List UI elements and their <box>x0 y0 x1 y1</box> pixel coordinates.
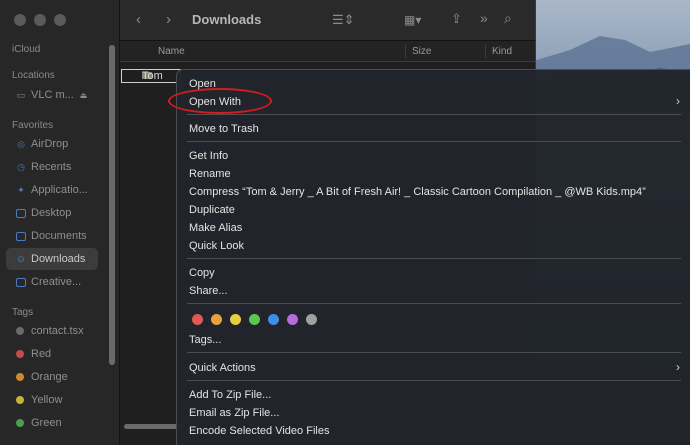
menu-item-get-info[interactable]: Get Info <box>189 148 228 164</box>
applications-icon: ✦ <box>17 184 25 195</box>
tag-color-gray[interactable] <box>306 314 317 325</box>
sidebar-tag-contact[interactable]: contact.tsx <box>6 320 98 342</box>
tag-color-red[interactable] <box>192 314 203 325</box>
file-row-selected[interactable]: Tom <box>121 69 181 83</box>
sidebar-section-icloud: iCloud <box>12 44 41 55</box>
menu-item-email-zip[interactable]: Email as Zip File... <box>189 405 279 421</box>
sidebar-tag-red[interactable]: Red <box>6 343 98 365</box>
sidebar-tag-orange[interactable]: Orange <box>6 366 98 388</box>
menu-separator <box>187 303 681 304</box>
close-window-button[interactable] <box>14 14 26 26</box>
tag-color-row <box>192 314 317 325</box>
menu-separator <box>187 258 681 259</box>
menu-separator <box>187 380 681 381</box>
menu-item-move-to-trash[interactable]: Move to Trash <box>189 121 259 137</box>
sidebar-item-label: Yellow <box>31 394 63 406</box>
airdrop-icon: ◎ <box>17 138 25 149</box>
sidebar-tag-yellow[interactable]: Yellow <box>6 389 98 411</box>
menu-separator <box>187 141 681 142</box>
menu-item-copy[interactable]: Copy <box>189 265 215 281</box>
sidebar-section-favorites: Favorites <box>12 120 54 131</box>
column-size[interactable]: Size <box>412 46 431 57</box>
sidebar-item-applications[interactable]: ✦ Applicatio... <box>6 179 98 201</box>
sidebar-item-airdrop[interactable]: ◎ AirDrop <box>6 133 98 155</box>
more-chevrons-icon[interactable]: » <box>480 10 488 26</box>
tag-color-blue[interactable] <box>268 314 279 325</box>
sidebar-item-desktop[interactable]: Desktop <box>6 202 98 224</box>
sidebar-item-label: Orange <box>31 371 68 383</box>
clock-icon: ◷ <box>17 161 25 172</box>
document-icon <box>16 231 26 241</box>
menu-separator <box>187 114 681 115</box>
sidebar-item-recents[interactable]: ◷ Recents <box>6 156 98 178</box>
tag-dot-icon <box>16 396 24 404</box>
menu-item-share[interactable]: Share... <box>189 283 228 299</box>
sidebar-item-creative[interactable]: Creative... <box>6 271 98 293</box>
share-icon[interactable]: ⇪ <box>451 11 462 27</box>
file-name: Tom <box>142 70 163 82</box>
column-header: Name Size Kind <box>120 41 535 62</box>
tag-dot-icon <box>16 350 24 358</box>
sidebar-item-label: Applicatio... <box>31 184 88 196</box>
menu-item-duplicate[interactable]: Duplicate <box>189 202 235 218</box>
grid-group-icon[interactable]: ▦▾ <box>404 13 421 27</box>
menu-item-quick-look[interactable]: Quick Look <box>189 238 244 254</box>
context-menu: Open Open With › Move to Trash Get Info … <box>176 69 690 445</box>
sidebar-section-locations: Locations <box>12 70 55 81</box>
submenu-chevron-icon: › <box>676 94 680 108</box>
menu-item-encode-video[interactable]: Encode Selected Video Files <box>189 423 329 439</box>
red-circle-annotation <box>168 88 272 114</box>
sidebar-section-tags: Tags <box>12 307 34 318</box>
eject-icon[interactable]: ⏏ <box>80 91 88 100</box>
toolbar: ‹ › Downloads ☰⇕ ▦▾ ⇪ » ⌕ <box>120 0 535 41</box>
tag-color-green[interactable] <box>249 314 260 325</box>
search-icon[interactable]: ⌕ <box>504 10 512 27</box>
sidebar-tag-green[interactable]: Green <box>6 412 98 434</box>
menu-item-compress[interactable]: Compress “Tom & Jerry _ A Bit of Fresh A… <box>189 184 646 200</box>
minimize-window-button[interactable] <box>34 14 46 26</box>
sidebar-item-label: Creative... <box>31 276 82 288</box>
download-icon: ⊙ <box>17 253 25 264</box>
sidebar-item-label: AirDrop <box>31 138 69 150</box>
sidebar-item-label: VLC m... <box>31 89 74 101</box>
menu-item-tags[interactable]: Tags... <box>189 332 221 348</box>
submenu-chevron-icon: › <box>676 360 680 374</box>
sidebar-item-label: contact.tsx <box>31 325 84 337</box>
tag-dot-icon <box>16 373 24 381</box>
window-title: Downloads <box>192 12 262 27</box>
menu-separator <box>187 352 681 353</box>
tag-color-orange[interactable] <box>211 314 222 325</box>
sidebar-item-label: Recents <box>31 161 72 173</box>
menu-item-add-to-zip[interactable]: Add To Zip File... <box>189 387 271 403</box>
chevron-right-icon[interactable]: › <box>166 11 171 28</box>
tag-dot-icon <box>16 419 24 427</box>
desktop-icon <box>16 208 26 218</box>
menu-item-quick-actions[interactable]: Quick Actions <box>189 360 256 376</box>
sidebar-item-vlc[interactable]: ▭ VLC m... ⏏ <box>6 84 98 106</box>
menu-item-make-alias[interactable]: Make Alias <box>189 220 242 236</box>
chevron-left-icon[interactable]: ‹ <box>136 11 141 28</box>
sidebar-item-label: Documents <box>31 230 87 242</box>
sidebar-item-downloads[interactable]: ⊙ Downloads <box>6 248 98 270</box>
list-view-icon[interactable]: ☰⇕ <box>332 12 355 28</box>
window-controls <box>14 14 66 26</box>
tag-dot-icon <box>16 327 24 335</box>
sidebar-item-label: Downloads <box>31 253 86 265</box>
column-kind[interactable]: Kind <box>492 46 512 57</box>
tag-color-yellow[interactable] <box>230 314 241 325</box>
horizontal-scrollbar[interactable] <box>124 424 184 429</box>
sidebar-item-label: Green <box>31 417 62 429</box>
sidebar-item-documents[interactable]: Documents <box>6 225 98 247</box>
menu-item-rename[interactable]: Rename <box>189 166 231 182</box>
sidebar-item-label: Desktop <box>31 207 72 219</box>
tag-color-purple[interactable] <box>287 314 298 325</box>
folder-icon <box>16 277 26 287</box>
sidebar-scrollbar[interactable] <box>109 45 115 365</box>
sidebar-item-label: Red <box>31 348 52 360</box>
disk-icon: ▭ <box>16 89 26 100</box>
zoom-window-button[interactable] <box>54 14 66 26</box>
sidebar: iCloud Locations ▭ VLC m... ⏏ Favorites … <box>0 0 120 445</box>
column-name[interactable]: Name <box>158 46 185 57</box>
